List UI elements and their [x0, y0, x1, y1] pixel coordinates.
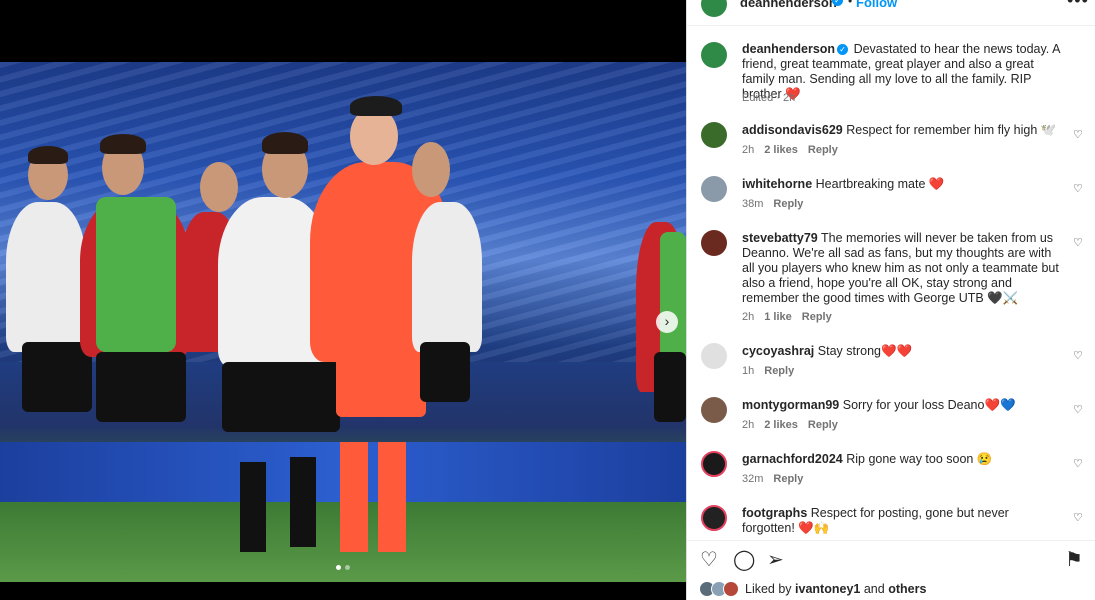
caption-username[interactable]: deanhenderson — [742, 42, 835, 56]
avatar[interactable] — [701, 451, 727, 477]
share-icon[interactable]: ➢ — [767, 547, 784, 572]
bookmark-icon[interactable]: ⚑ — [1065, 547, 1083, 572]
carousel-dot-active — [336, 565, 341, 570]
post-media: › — [0, 0, 686, 600]
avatar[interactable] — [701, 122, 727, 148]
comment-text: Heartbreaking mate ❤️ — [815, 177, 945, 191]
comment-time: 32m — [742, 473, 764, 485]
comment-username[interactable]: stevebatty79 — [742, 231, 818, 245]
header-username[interactable]: deanhenderson — [740, 0, 837, 10]
comment-time: 1h — [742, 365, 755, 377]
avatar[interactable] — [701, 42, 727, 68]
comment-time: 38m — [742, 198, 764, 210]
avatar[interactable] — [701, 176, 727, 202]
comment-likes[interactable]: 2 likes — [764, 144, 798, 156]
comment-username[interactable]: cycoyashraj — [742, 344, 814, 358]
comment-username[interactable]: footgraphs — [742, 506, 807, 520]
carousel-dot — [345, 565, 350, 570]
comment-username[interactable]: iwhitehorne — [742, 177, 812, 191]
reply-button[interactable]: Reply — [773, 473, 803, 485]
comment-text: Respect for remember him fly high 🕊️ — [846, 123, 1057, 137]
comment-text: Stay strong❤️❤️ — [817, 344, 913, 358]
heart-icon[interactable]: ♡ — [1073, 128, 1083, 141]
heart-icon[interactable]: ♡ — [1073, 457, 1083, 470]
edited-label: Edited · 2h — [742, 92, 796, 104]
avatar[interactable] — [701, 397, 727, 423]
liked-prefix: Liked by — [745, 582, 792, 596]
comment-time: 2h — [742, 419, 755, 431]
post-sidebar: deanhenderson ✓ • Follow ••• deanhenders… — [686, 0, 1095, 600]
verified-icon: ✓ — [837, 44, 849, 55]
heart-icon[interactable]: ♡ — [1073, 236, 1083, 249]
follow-button[interactable]: Follow — [856, 0, 897, 10]
action-bar: ♡ ◯ ➢ ⚑ — [687, 540, 1095, 574]
comments-list[interactable]: deanhenderson ✓ Devastated to hear the ne… — [687, 38, 1095, 538]
liked-and: and — [863, 582, 885, 596]
comment-time: 2h — [742, 144, 755, 156]
post-photo — [0, 62, 686, 582]
comment-username[interactable]: montygorman99 — [742, 398, 839, 412]
liked-user[interactable]: ivantoney1 — [795, 582, 860, 596]
heart-icon[interactable]: ♡ — [1073, 403, 1083, 416]
liked-others[interactable]: others — [888, 582, 926, 596]
heart-icon[interactable]: ♡ — [1073, 182, 1083, 195]
heart-icon[interactable]: ♡ — [700, 547, 718, 572]
comment-icon[interactable]: ◯ — [733, 547, 755, 572]
heart-icon[interactable]: ♡ — [1073, 349, 1083, 362]
reply-button[interactable]: Reply — [808, 144, 838, 156]
verified-icon: ✓ — [832, 0, 843, 6]
liked-by: Liked by ivantoney1 and others — [687, 578, 1095, 600]
separator-dot: • — [848, 0, 853, 8]
reply-button[interactable]: Reply — [764, 365, 794, 377]
comment-username[interactable]: garnachford2024 — [742, 452, 843, 466]
reply-button[interactable]: Reply — [773, 198, 803, 210]
reply-button[interactable]: Reply — [802, 311, 832, 323]
avatar[interactable] — [701, 230, 727, 256]
reply-button[interactable]: Reply — [808, 419, 838, 431]
chevron-right-icon[interactable]: › — [656, 311, 678, 333]
comment-likes[interactable]: 2 likes — [764, 419, 798, 431]
comment-text: Sorry for your loss Deano❤️💙 — [842, 398, 1016, 412]
heart-icon[interactable]: ♡ — [1073, 511, 1083, 524]
avatar[interactable] — [701, 505, 727, 531]
caption-meta: Edited · 2h — [742, 92, 805, 104]
comment-text: Rip gone way too soon 😢 — [846, 452, 993, 466]
avatar — [723, 581, 739, 597]
post-view: › deanhenderson ✓ • Follow ••• deanhende… — [0, 0, 1095, 600]
comment-time: 2h — [742, 311, 755, 323]
comment-username[interactable]: addisondavis629 — [742, 123, 843, 137]
post-header: deanhenderson ✓ • Follow ••• — [687, 0, 1095, 26]
avatar[interactable] — [701, 343, 727, 369]
more-options-icon[interactable]: ••• — [1067, 0, 1089, 11]
avatar[interactable] — [701, 0, 727, 17]
comment-likes[interactable]: 1 like — [764, 311, 792, 323]
